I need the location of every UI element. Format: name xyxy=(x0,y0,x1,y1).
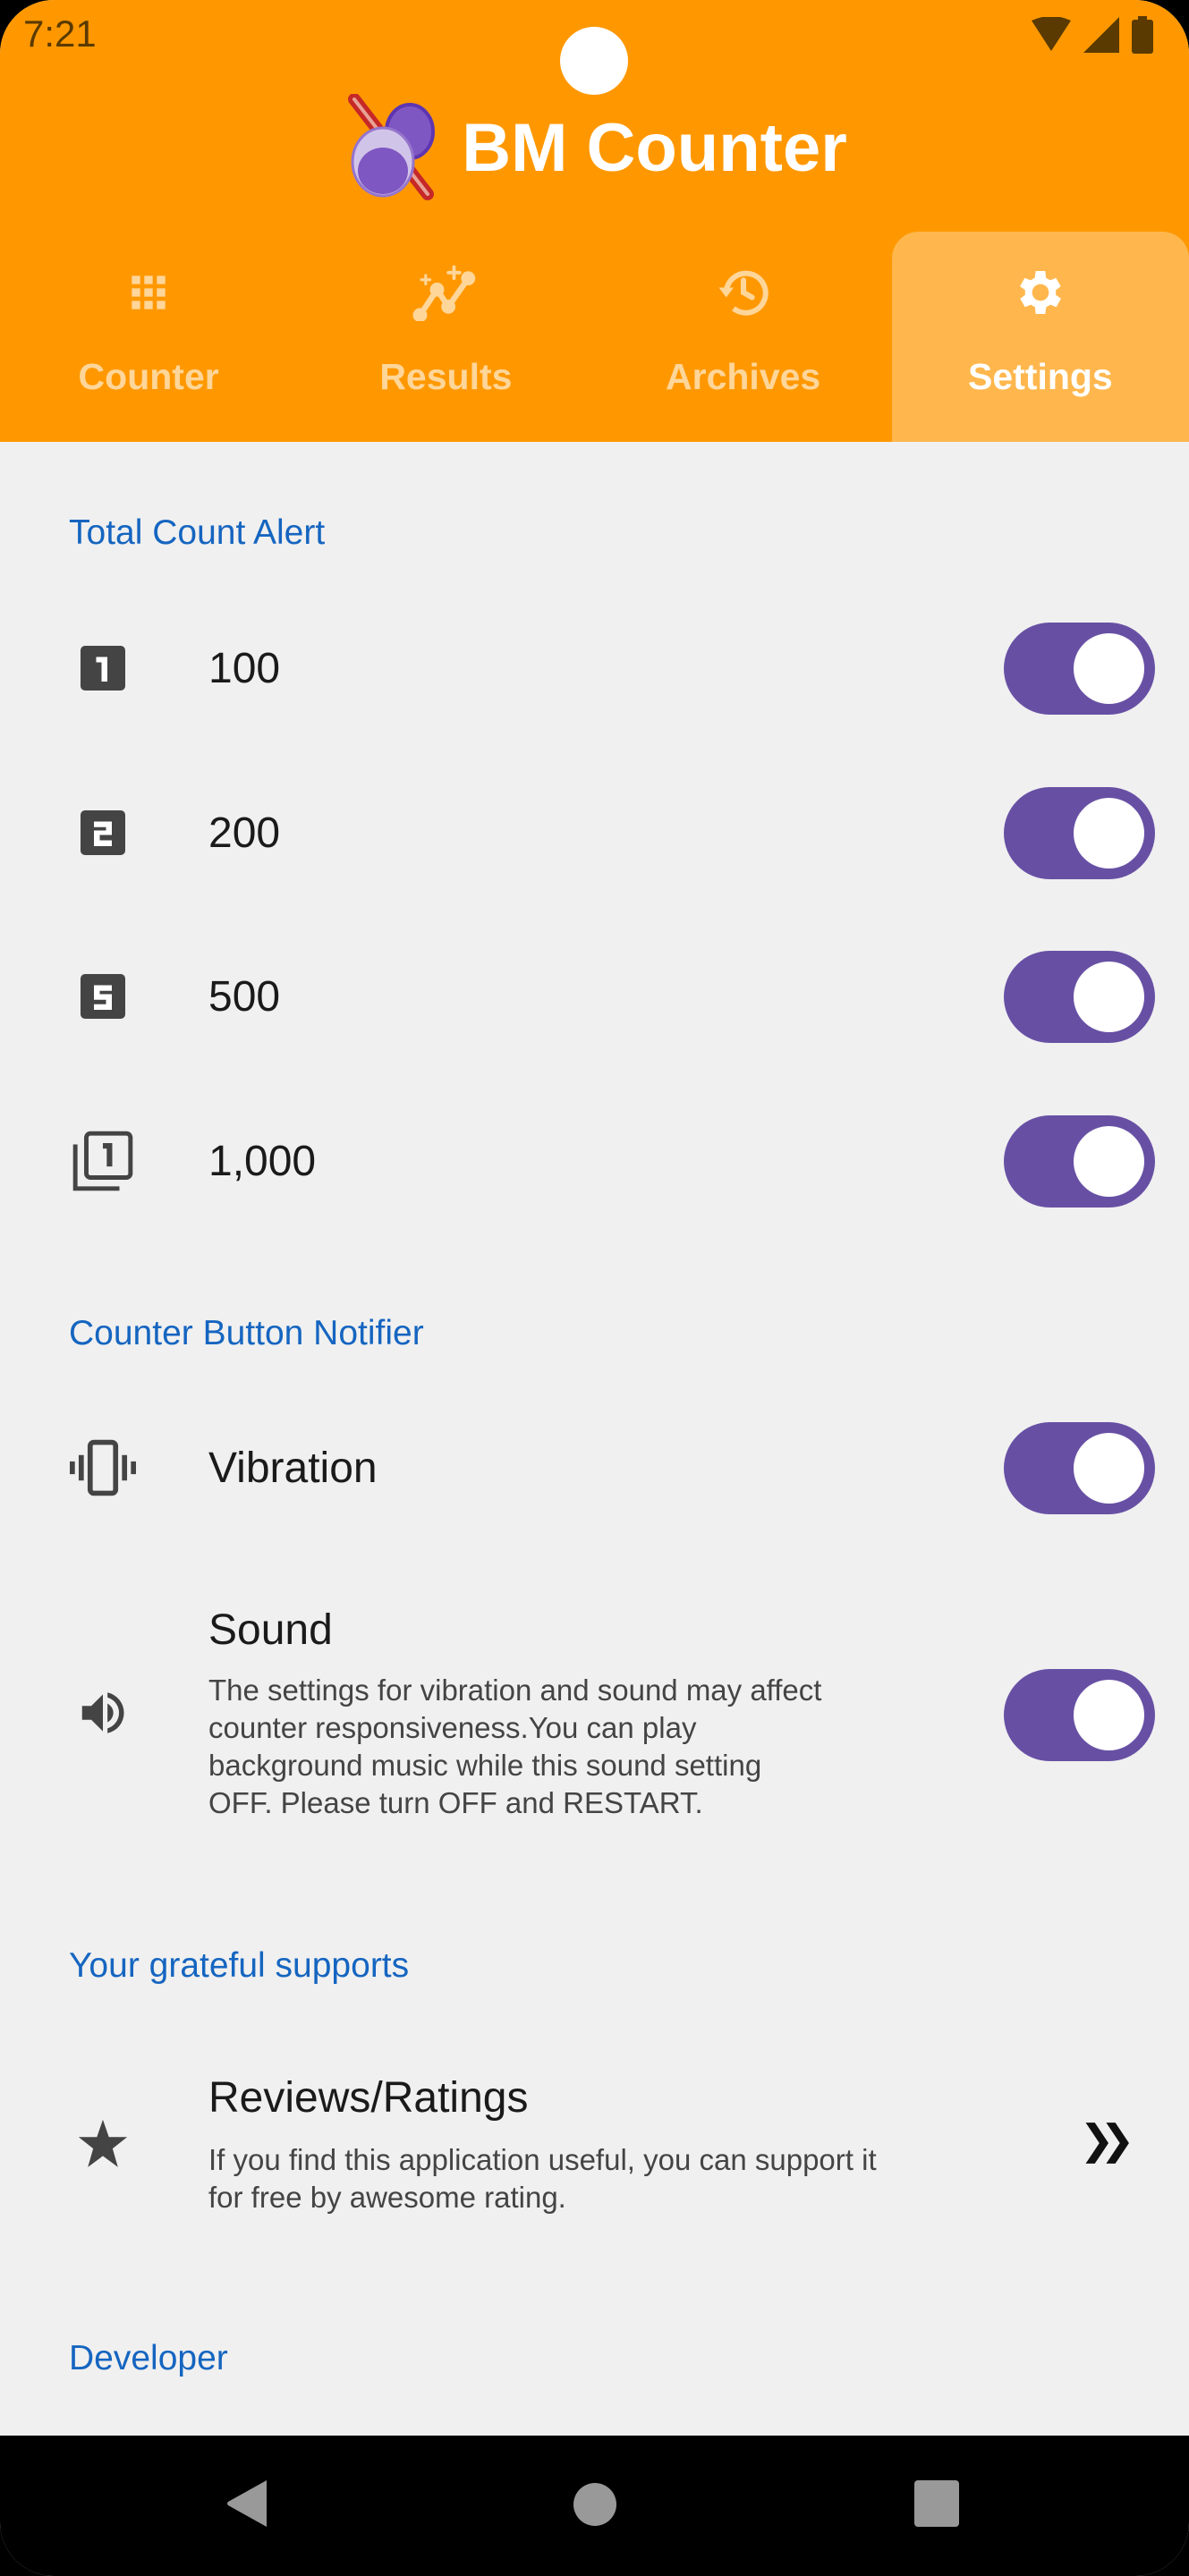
alert-row-200: 200 xyxy=(0,787,1189,879)
vibration-label: Vibration xyxy=(208,1445,378,1492)
tab-results[interactable]: Results xyxy=(297,232,594,442)
toggle-knob xyxy=(1074,633,1144,704)
alert-value: 200 xyxy=(208,809,281,857)
looks-five-icon xyxy=(81,974,125,1019)
tab-archives[interactable]: Archives xyxy=(595,232,892,442)
toggle-knob xyxy=(1074,798,1144,869)
sound-description-line: counter responsiveness.You can play xyxy=(208,1711,697,1744)
toggle-knob xyxy=(1074,1126,1144,1197)
section-heading-counter-button-notifier: Counter Button Notifier xyxy=(69,1314,424,1352)
status-icons xyxy=(1032,16,1153,54)
sound-description-line: The settings for vibration and sound may… xyxy=(208,1674,822,1707)
wifi-icon xyxy=(1032,17,1071,51)
tab-settings[interactable]: Settings xyxy=(891,232,1189,442)
reviews-ratings-row[interactable]: Reviews/Ratings If you find this applica… xyxy=(0,2073,1189,2216)
looks-two-icon xyxy=(81,810,125,855)
sound-description: The settings for vibration and sound may… xyxy=(208,1672,821,1822)
sound-description-line: background music while this sound settin… xyxy=(208,1749,762,1782)
battery-icon xyxy=(1132,16,1153,54)
back-button[interactable] xyxy=(225,2479,268,2529)
alert-value: 100 xyxy=(208,645,281,692)
alert-200-toggle[interactable] xyxy=(1004,787,1155,879)
section-heading-developer: Developer xyxy=(69,2339,228,2377)
tab-label: Archives xyxy=(666,356,821,397)
toggle-knob xyxy=(1074,1680,1144,1750)
app-screen: 7:21 BM Counter Counter Results Archives… xyxy=(0,0,1189,2576)
app-logo-icon xyxy=(348,94,436,200)
tab-label: Counter xyxy=(78,356,219,397)
star-icon xyxy=(78,2119,128,2167)
front-camera xyxy=(560,27,628,95)
toggle-knob xyxy=(1074,1433,1144,1504)
volume-icon xyxy=(81,1692,124,1733)
alert-row-100: 100 xyxy=(0,623,1189,715)
app-title-bar: BM Counter xyxy=(0,89,1189,206)
looks-one-icon xyxy=(81,646,125,691)
signal-icon xyxy=(1083,17,1119,53)
alert-value: 500 xyxy=(208,973,281,1021)
reviews-title: Reviews/Ratings xyxy=(208,2074,529,2122)
vibration-row: Vibration xyxy=(0,1422,1189,1514)
section-heading-supports: Your grateful supports xyxy=(69,1946,410,1985)
reviews-description: If you find this application useful, you… xyxy=(208,2141,877,2216)
filter-one-icon xyxy=(72,1131,133,1191)
sound-toggle[interactable] xyxy=(1004,1669,1155,1761)
sound-row: Sound The settings for vibration and sou… xyxy=(0,1606,1189,1829)
alert-row-500: 500 xyxy=(0,951,1189,1043)
app-title: BM Counter xyxy=(462,109,847,186)
grid-icon xyxy=(132,275,166,309)
alert-500-toggle[interactable] xyxy=(1004,951,1155,1043)
history-icon xyxy=(718,270,769,316)
reviews-description-line: If you find this application useful, you… xyxy=(208,2143,877,2176)
alert-100-toggle[interactable] xyxy=(1004,623,1155,715)
section-heading-total-count-alert: Total Count Alert xyxy=(69,513,326,552)
tab-label: Settings xyxy=(968,356,1113,397)
double-chevron-right-icon xyxy=(1085,2123,1129,2164)
app-header: 7:21 BM Counter Counter Results Archives… xyxy=(0,0,1189,442)
alert-row-1000: 1,000 xyxy=(0,1115,1189,1208)
system-nav-bar xyxy=(0,2436,1189,2576)
tab-counter[interactable]: Counter xyxy=(0,232,297,442)
insights-icon xyxy=(412,265,476,321)
gear-icon xyxy=(1019,271,1061,314)
sound-label: Sound xyxy=(208,1606,333,1654)
toggle-knob xyxy=(1074,962,1144,1032)
vibration-toggle[interactable] xyxy=(1004,1422,1155,1514)
alert-1000-toggle[interactable] xyxy=(1004,1115,1155,1208)
reviews-description-line: for free by awesome rating. xyxy=(208,2181,566,2214)
status-time: 7:21 xyxy=(23,13,97,55)
recents-button[interactable] xyxy=(914,2480,959,2527)
vibration-icon xyxy=(70,1439,136,1496)
sound-description-line: OFF. Please turn OFF and RESTART. xyxy=(208,1786,703,1819)
alert-value: 1,000 xyxy=(208,1138,317,1185)
tab-label: Results xyxy=(379,356,513,397)
home-button[interactable] xyxy=(573,2482,617,2527)
tab-bar: Counter Results Archives Settings xyxy=(0,232,1189,442)
